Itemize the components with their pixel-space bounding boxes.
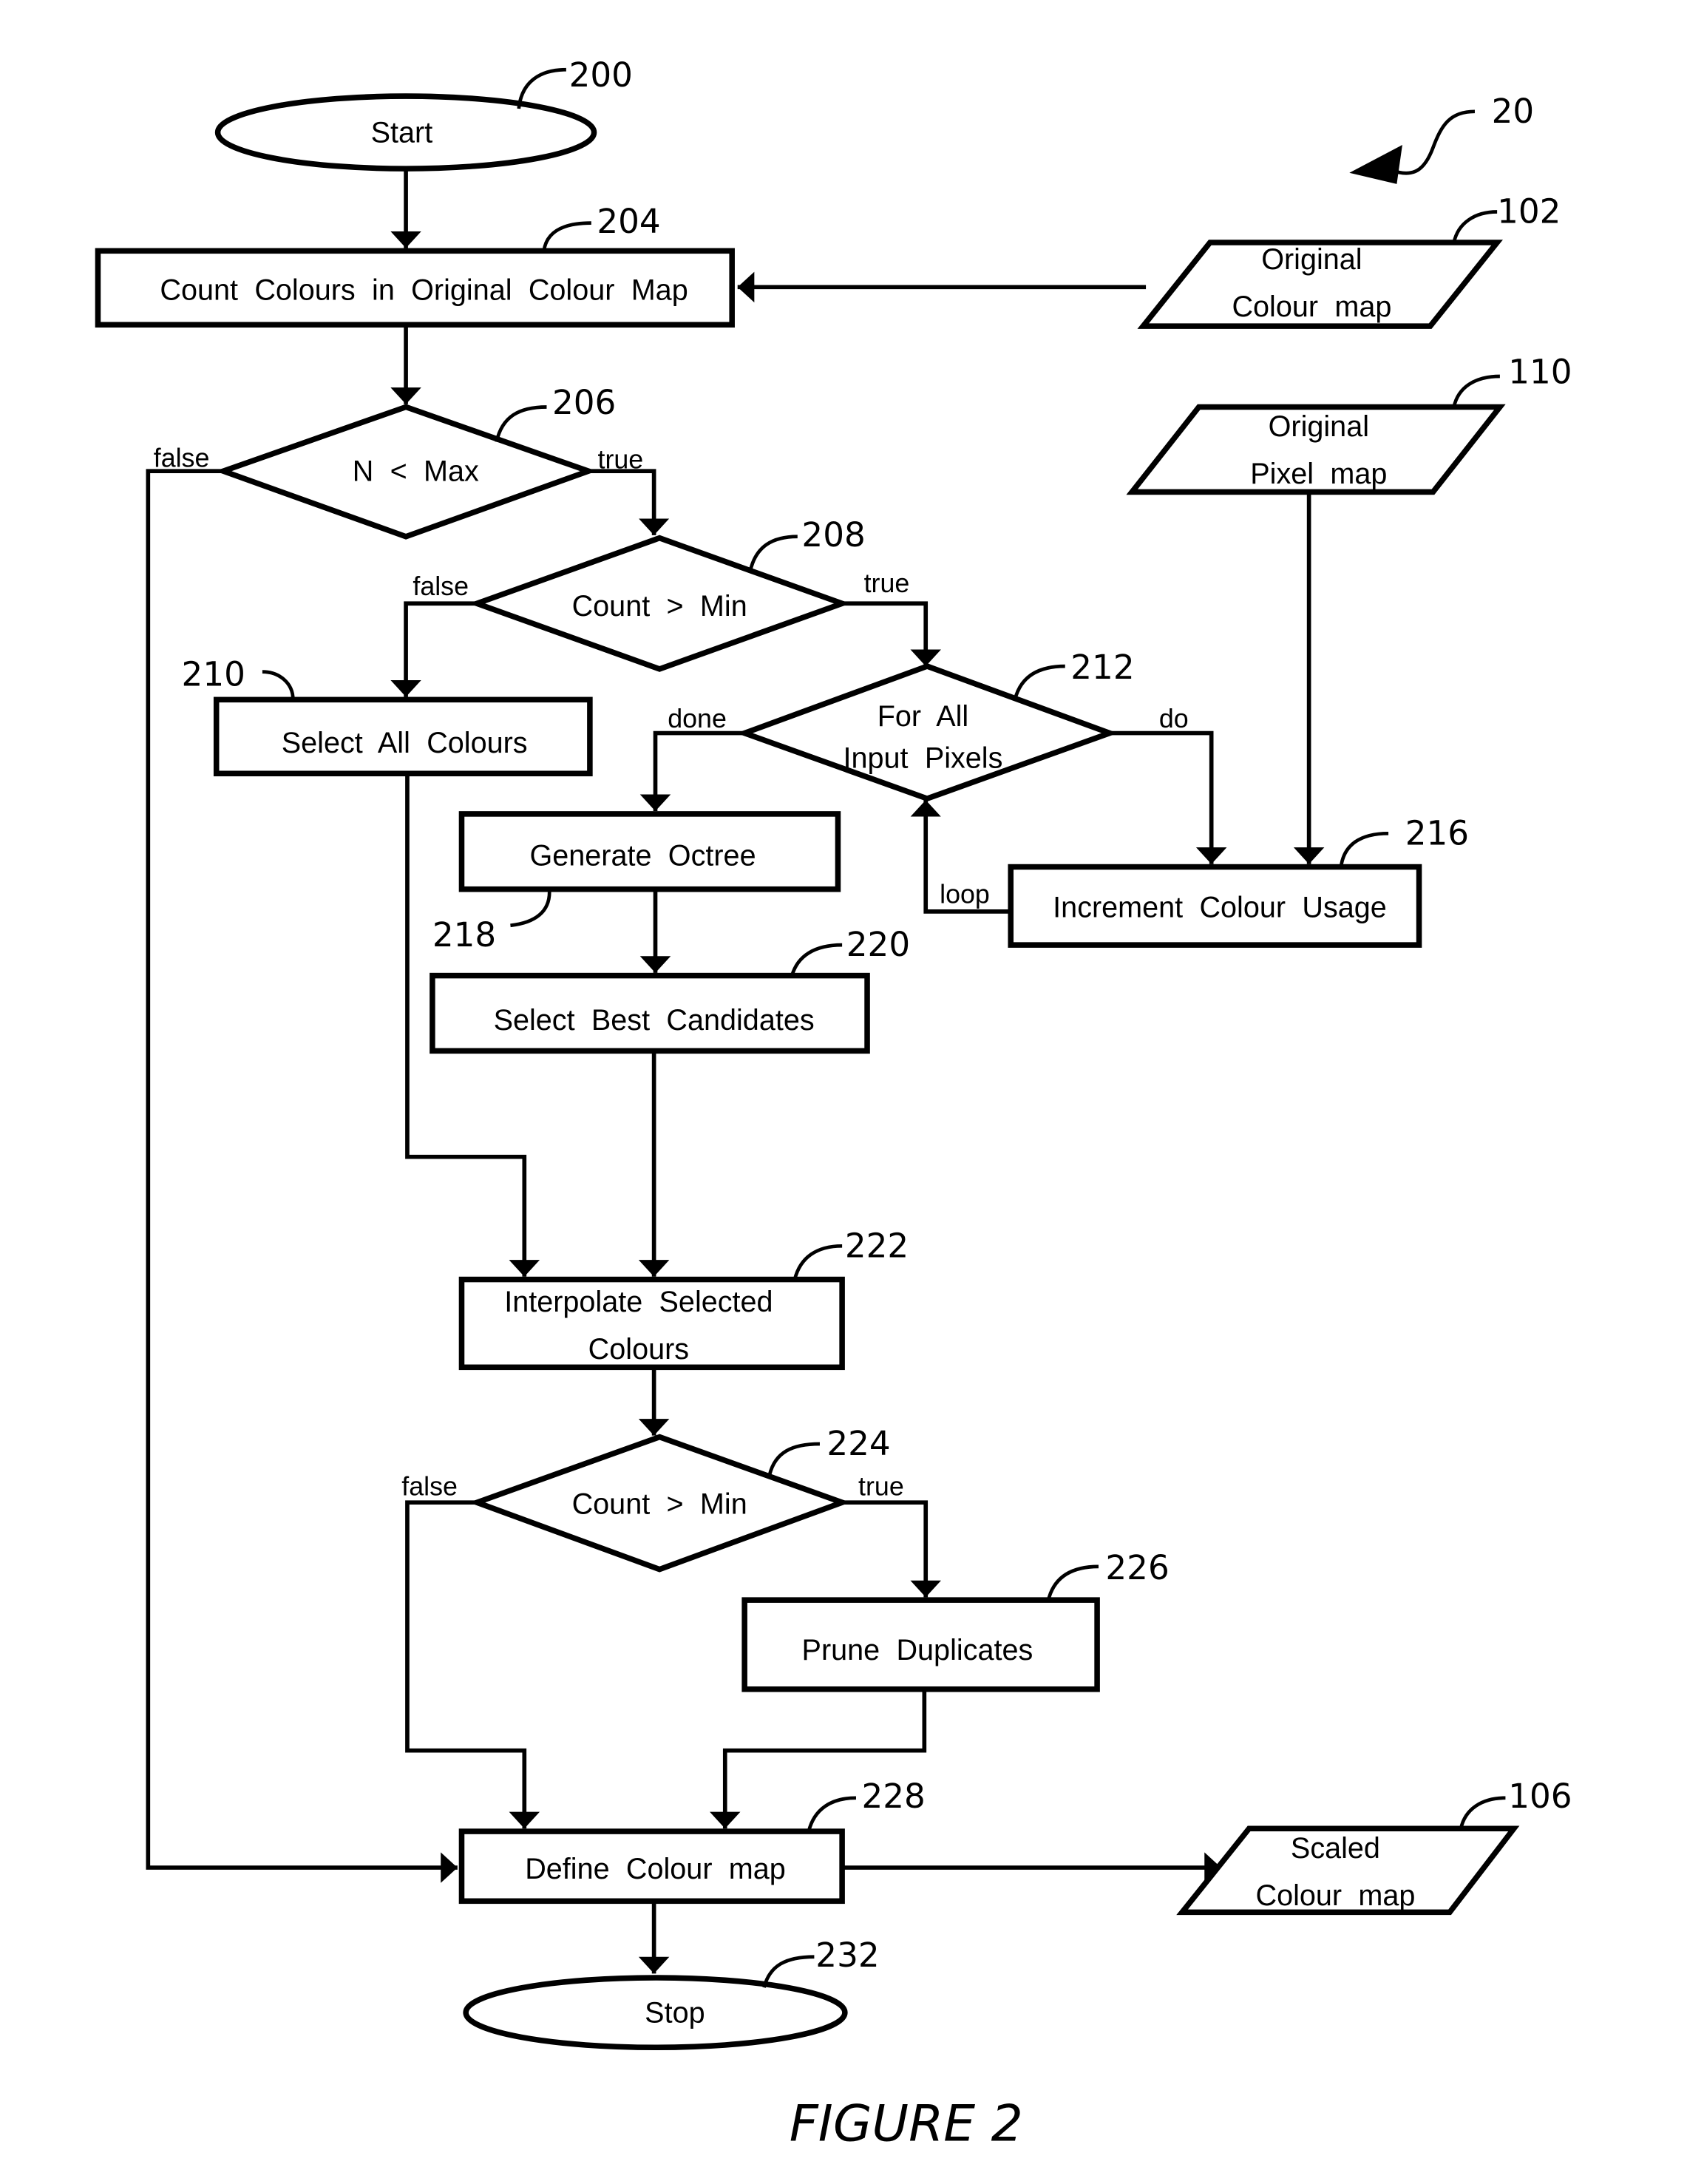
ref-number: 110 (1508, 352, 1572, 391)
figure-arrow-icon (1349, 145, 1402, 184)
node-original-pixel-map: Original Pixel map (1126, 404, 1506, 495)
node-text: Prune Duplicates (802, 1634, 1033, 1666)
ref-number: 226 (1105, 1548, 1169, 1587)
ref-number: 206 (552, 383, 616, 422)
edge-count2-true (842, 1500, 941, 1598)
node-text: Input Pixels (843, 742, 1002, 775)
leader-line (1459, 1796, 1506, 1829)
node-stop: Stop (463, 1975, 848, 2051)
leader-line (792, 1244, 843, 1281)
leader-line (495, 405, 547, 443)
ref-number: 218 (432, 915, 496, 954)
node-count-gt-min-2: Count > Min (469, 1434, 851, 1573)
edge-label: false (154, 444, 210, 473)
reference-numerals: 200 204 206 208 210 212 216 218 220 222 … (182, 55, 1572, 1988)
node-define-map: Define Colour map (458, 1828, 845, 1905)
flowchart-diagram: Start Count Colours in Original Colour M… (95, 55, 1572, 2154)
node-text: Generate Octree (529, 840, 756, 872)
node-generate-octree: Generate Octree (458, 811, 841, 892)
leader-line (1046, 1564, 1099, 1601)
ref-number: 212 (1070, 648, 1134, 687)
leader-line (1452, 374, 1500, 408)
figure-leader (1391, 109, 1476, 175)
node-text: Original (1269, 410, 1369, 443)
edge-label: true (598, 444, 644, 474)
node-start: Start (214, 93, 597, 172)
ref-number: 200 (569, 55, 633, 95)
edge-count1-false (390, 601, 478, 697)
node-count-gt-min-1: Count > Min (469, 535, 851, 672)
node-count-colours: Count Colours in Original Colour Map (95, 248, 735, 328)
ref-number: 222 (845, 1226, 909, 1265)
figure-ref-number: 20 (1492, 92, 1535, 131)
node-text: For All (878, 700, 968, 733)
edge-label: loop (940, 880, 990, 909)
node-text: Original (1261, 243, 1362, 276)
node-text: Start (371, 116, 433, 149)
ref-number: 210 (182, 654, 245, 693)
ref-number: 220 (846, 925, 910, 964)
edge-label: do (1159, 704, 1189, 733)
node-text: Scaled (1291, 1832, 1380, 1865)
ref-number: 216 (1405, 813, 1469, 852)
node-text: Define Colour map (525, 1853, 786, 1885)
leader-line (510, 892, 551, 928)
ref-number: 224 (826, 1424, 890, 1463)
leader-line (1013, 664, 1065, 700)
node-text: Count > Min (572, 590, 747, 623)
node-text: N < Max (353, 455, 479, 487)
node-text: Colour map (1232, 291, 1391, 323)
node-for-all-pixels: For All Input Pixels (736, 663, 1119, 802)
leader-line (1339, 831, 1389, 867)
node-text: Colours (588, 1333, 689, 1366)
node-text: Colour map (1256, 1879, 1416, 1912)
node-text: Count > Min (572, 1488, 747, 1520)
edge-forall-done (639, 730, 745, 812)
ref-number: 228 (862, 1777, 926, 1816)
node-prune: Prune Duplicates (741, 1597, 1100, 1692)
figure-caption: FIGURE 2 (790, 2095, 1023, 2154)
leader-line (807, 1796, 856, 1832)
node-text: Count Colours in Original Colour Map (160, 274, 688, 306)
leader-line (767, 1442, 820, 1476)
edge-label: true (864, 569, 910, 598)
node-interpolate: Interpolate Selected Colours (458, 1276, 845, 1371)
leader-line (262, 670, 295, 700)
node-n-lt-max: N < Max (214, 404, 597, 540)
edge-label: false (413, 572, 469, 601)
ref-number: 106 (1508, 1777, 1572, 1816)
edge-count2-false (405, 1500, 540, 1829)
leader-line (790, 943, 843, 977)
edge-label: true (858, 1472, 904, 1502)
edge-label: false (401, 1472, 458, 1502)
node-text: Stop (645, 1996, 705, 2029)
node-scaled-colour-map: Scaled Colour map (1176, 1825, 1520, 1916)
ref-number: 232 (815, 1936, 879, 1975)
ref-number: 204 (597, 202, 660, 241)
node-text: Interpolate Selected (504, 1286, 773, 1318)
node-increment-usage: Increment Colour Usage (1008, 864, 1422, 948)
edge-nmax-true (588, 469, 670, 535)
leader-line (542, 221, 591, 251)
edge-label: done (668, 704, 727, 733)
leader-line (748, 535, 798, 572)
edge-count1-true (842, 601, 941, 667)
node-text: Select Best Candidates (494, 1004, 815, 1037)
node-text: Select All Colours (282, 727, 528, 759)
node-text: Increment Colour Usage (1053, 891, 1387, 923)
node-text: Pixel map (1250, 458, 1387, 490)
ref-number: 208 (801, 515, 865, 555)
edge-forall-do (1110, 730, 1227, 864)
node-select-all: Select All Colours (213, 696, 593, 777)
ref-number: 102 (1497, 192, 1561, 231)
node-select-best: Select Best Candidates (430, 972, 870, 1054)
leader-line (1452, 210, 1498, 243)
node-original-colour-map: Original Colour map (1137, 240, 1503, 329)
